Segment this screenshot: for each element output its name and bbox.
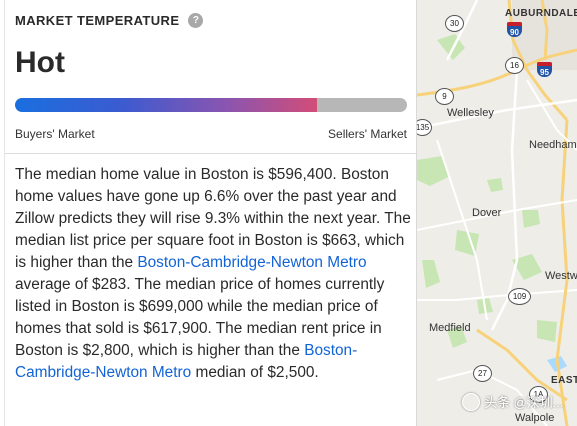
map-label-walpole: Walpole — [515, 412, 555, 424]
route-27-shield: 27 — [473, 365, 492, 382]
sellers-market-label: Sellers' Market — [328, 127, 407, 141]
map-label-wellesley: Wellesley — [447, 107, 494, 119]
route-16-shield: 16 — [505, 57, 524, 74]
market-temperature-panel: MARKET TEMPERATURE ? Hot Buyers' Market … — [0, 0, 417, 426]
map-label-medfield: Medfield — [429, 322, 471, 334]
watermark-text: 头条 @深圳... — [484, 395, 564, 410]
temperature-bar — [15, 98, 407, 112]
map-label-westwood: Westw — [545, 270, 577, 282]
divider — [5, 153, 416, 154]
panel-header: MARKET TEMPERATURE ? — [15, 13, 204, 28]
watermark: 头条 @深圳... — [462, 392, 564, 411]
map-label-needham: Needham — [529, 139, 577, 151]
market-description: The median home value in Boston is $596,… — [15, 164, 411, 384]
help-icon[interactable]: ? — [188, 13, 204, 28]
route-9-shield: 9 — [435, 88, 454, 105]
map-label-dover: Dover — [472, 207, 502, 219]
route-109-shield: 109 — [508, 288, 531, 305]
metro-link-1[interactable]: Boston-Cambridge-Newton Metro — [137, 254, 366, 271]
map-view[interactable]: AUBURNDALE Wellesley Needham Dover Westw… — [417, 0, 577, 426]
temperature-value: Hot — [15, 46, 65, 79]
temperature-bar-fill — [15, 98, 317, 112]
buyers-market-label: Buyers' Market — [15, 127, 95, 141]
map-label-auburndale: AUBURNDALE — [505, 8, 577, 19]
interstate-90-shield: 90 — [507, 22, 522, 37]
watermark-logo-icon — [462, 392, 480, 411]
interstate-95-shield: 95 — [537, 62, 552, 77]
route-30-shield: 30 — [445, 15, 464, 32]
description-text-3: median of $2,500. — [191, 364, 319, 381]
map-label-east: EAST — [551, 375, 577, 386]
market-temperature-title: MARKET TEMPERATURE — [15, 13, 180, 28]
